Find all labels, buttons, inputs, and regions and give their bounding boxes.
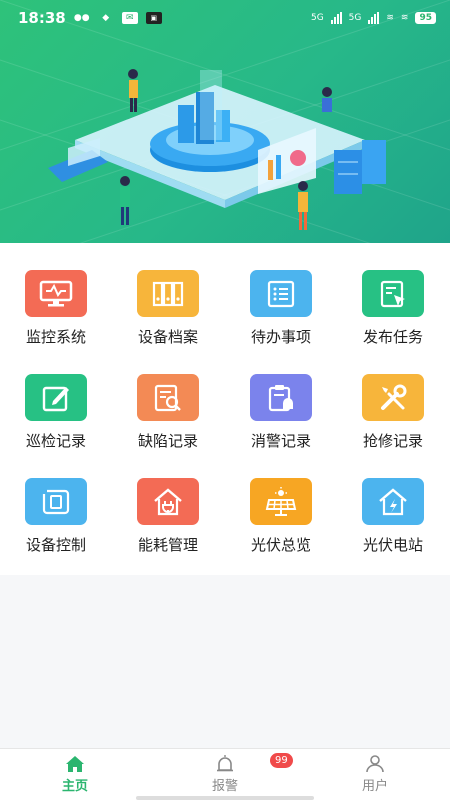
inspect-edit-icon bbox=[25, 374, 87, 421]
tab-label: 用户 bbox=[361, 779, 388, 794]
menu-item-label: 抢修记录 bbox=[362, 432, 423, 450]
menu-item-label: 光伏总览 bbox=[250, 536, 311, 554]
menu-item-label: 设备控制 bbox=[25, 536, 86, 554]
wechat-icon: ●● bbox=[73, 13, 90, 23]
menu-item-device-archive[interactable]: 设备档案 bbox=[112, 243, 224, 347]
menu-item-label: 发布任务 bbox=[362, 328, 423, 346]
menu-item-pv-station[interactable]: 光伏电站 bbox=[337, 451, 449, 555]
tab-label: 报警 bbox=[211, 779, 238, 794]
network-type-2: 5G bbox=[348, 13, 362, 23]
menu-item-defect-record[interactable]: 缺陷记录 bbox=[112, 347, 224, 451]
tab-home[interactable]: 主页 bbox=[0, 749, 150, 800]
wifi-icon: ≋ bbox=[386, 13, 394, 23]
menu-item-repair-record[interactable]: 抢修记录 bbox=[337, 347, 449, 451]
menu-item-label: 能耗管理 bbox=[137, 536, 198, 554]
signal-icon-2 bbox=[368, 12, 380, 24]
menu-item-device-control[interactable]: 设备控制 bbox=[0, 451, 112, 555]
battery-indicator: 95 bbox=[415, 12, 436, 24]
mail-icon: ✉ bbox=[121, 12, 138, 24]
status-bar: 18:38 ●● ◆ ✉ ▣ 5G 5G ≋ ≋ 95 bbox=[0, 0, 450, 36]
menu-item-pv-overview[interactable]: 光伏总览 bbox=[225, 451, 337, 555]
energy-house-icon bbox=[137, 478, 199, 525]
menu-item-energy-management[interactable]: 能耗管理 bbox=[112, 451, 224, 555]
menu-item-monitor-system[interactable]: 监控系统 bbox=[0, 243, 112, 347]
home-icon bbox=[66, 756, 84, 772]
menu-item-todo[interactable]: 待办事项 bbox=[225, 243, 337, 347]
menu-item-label: 巡检记录 bbox=[25, 432, 86, 450]
network-type-1: 5G bbox=[310, 13, 324, 23]
menu-item-label: 设备档案 bbox=[137, 328, 198, 346]
archive-icon bbox=[137, 270, 199, 317]
todo-list-icon bbox=[250, 270, 312, 317]
menu-item-label: 待办事项 bbox=[250, 328, 311, 346]
menu-item-publish-task[interactable]: 发布任务 bbox=[337, 243, 449, 347]
repair-tools-icon bbox=[362, 374, 424, 421]
wifi-icon-2: ≋ bbox=[400, 13, 409, 23]
banner bbox=[0, 0, 450, 243]
signal-icon bbox=[330, 12, 342, 24]
tab-label: 主页 bbox=[61, 779, 88, 794]
app-notification-icon: ▣ bbox=[145, 12, 162, 24]
banner-illustration bbox=[0, 0, 450, 243]
menu-item-label: 监控系统 bbox=[25, 328, 86, 346]
device-control-icon bbox=[25, 478, 87, 525]
alarm-clear-icon bbox=[250, 374, 312, 421]
function-grid: 监控系统 设备档案 待办事项 发布任务 巡检记录 缺陷记录 消警记录 抢修记录 … bbox=[0, 243, 450, 575]
status-time: 18:38 bbox=[18, 9, 66, 27]
alarm-count-badge: 99 bbox=[270, 753, 293, 768]
solar-station-icon bbox=[362, 478, 424, 525]
chat-bubble-icon: ◆ bbox=[102, 13, 110, 23]
publish-task-icon bbox=[362, 270, 424, 317]
defect-search-icon bbox=[137, 374, 199, 421]
solar-panel-icon bbox=[250, 478, 312, 525]
home-indicator bbox=[136, 796, 314, 800]
tab-user[interactable]: 用户 bbox=[300, 749, 450, 800]
tab-alarm[interactable]: 99 报警 bbox=[150, 749, 300, 800]
menu-item-label: 光伏电站 bbox=[362, 536, 423, 554]
menu-item-label: 消警记录 bbox=[250, 432, 311, 450]
bottom-tab-bar: 主页 99 报警 用户 bbox=[0, 748, 450, 800]
menu-item-label: 缺陷记录 bbox=[137, 432, 198, 450]
user-icon bbox=[366, 755, 384, 773]
menu-item-inspection-record[interactable]: 巡检记录 bbox=[0, 347, 112, 451]
menu-item-alarm-clear-record[interactable]: 消警记录 bbox=[225, 347, 337, 451]
alarm-bell-icon bbox=[217, 755, 233, 772]
monitor-icon bbox=[25, 270, 87, 317]
